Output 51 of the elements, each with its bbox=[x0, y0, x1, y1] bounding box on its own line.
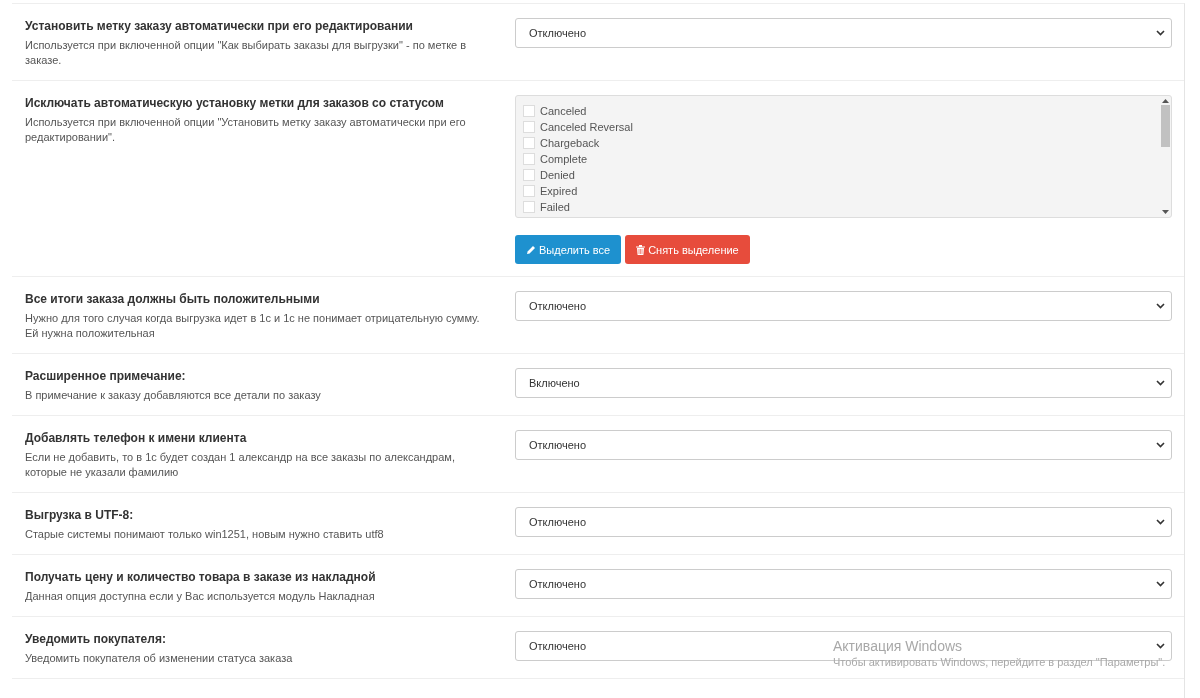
setting-title: Все итоги заказа должны быть положительными bbox=[25, 291, 321, 307]
clear-selection-button[interactable]: Снять выделение bbox=[625, 235, 750, 264]
status-label: Canceled Reversal bbox=[540, 121, 633, 133]
status-label: Expired bbox=[540, 185, 578, 197]
chevron-down-icon bbox=[1156, 380, 1165, 386]
setting-description: Данная опция доступна если у Вас используется модуль Накладная bbox=[25, 589, 376, 604]
chevron-down-icon bbox=[1156, 442, 1165, 448]
select-all-button[interactable]: Выделить все bbox=[515, 235, 622, 264]
setting-description: Если не добавить, то в 1с будет создан 1 александр на все заказы по александрам, которые не указали фамилию bbox=[25, 450, 456, 480]
select-field[interactable]: Отключено bbox=[515, 291, 1172, 321]
setting-description: Старые системы понимают только win1251, новым нужно ставить utf8 bbox=[25, 527, 385, 542]
scroll-down-icon[interactable] bbox=[1162, 210, 1169, 215]
setting-title: Исключать автоматическую установку метки для заказов со статусом bbox=[25, 95, 445, 111]
checkbox[interactable] bbox=[523, 121, 535, 133]
status-label: Failed bbox=[540, 201, 570, 213]
pencil-icon bbox=[526, 244, 536, 255]
scroll-up-icon[interactable] bbox=[1162, 98, 1169, 103]
select-field[interactable]: Отключено bbox=[515, 430, 1172, 460]
chevron-down-icon bbox=[1156, 303, 1165, 309]
setting-title: Выгрузка в UTF-8: bbox=[25, 507, 135, 523]
trash-icon bbox=[636, 244, 646, 255]
checkbox[interactable] bbox=[523, 137, 535, 149]
setting-description: В примечание к заказу добавляются все детали по заказу bbox=[25, 388, 322, 403]
status-label: Canceled bbox=[540, 105, 587, 117]
checkbox[interactable] bbox=[523, 201, 535, 213]
select-field[interactable]: Включено bbox=[515, 368, 1172, 398]
setting-description: Используется при включенной опции "Как выбирать заказы для выгрузки" - по метке в заказе. bbox=[25, 38, 468, 68]
select-field[interactable]: Отключено bbox=[515, 18, 1172, 48]
chevron-down-icon bbox=[1156, 30, 1165, 36]
setting-title: Уведомить покупателя: bbox=[25, 631, 167, 647]
setting-description: Уведомить покупателя об изменении статуса заказа bbox=[25, 651, 294, 666]
setting-description: Используется при включенной опции "Установить метку заказу автоматически при его редактировании". bbox=[25, 115, 467, 145]
checkbox[interactable] bbox=[523, 153, 535, 165]
chevron-down-icon bbox=[1156, 519, 1165, 525]
setting-title: Расширенное примечание: bbox=[25, 368, 187, 384]
status-label: Chargeback bbox=[540, 137, 600, 149]
activation-title: Активация Windows bbox=[833, 638, 963, 655]
select-field[interactable]: Отключено bbox=[515, 507, 1172, 537]
chevron-down-icon bbox=[1156, 643, 1165, 649]
setting-title: Добавлять телефон к имени клиента bbox=[25, 430, 248, 446]
setting-title: Получать цену и количество товара в заказе из накладной bbox=[25, 569, 377, 585]
setting-description: Нужно для того случая когда выгрузка идет в 1с и 1с не понимает отрицательную сумму. Ей нужна положительная bbox=[25, 311, 481, 341]
select-field[interactable]: Отключено bbox=[515, 569, 1172, 599]
chevron-down-icon bbox=[1156, 581, 1165, 587]
checkbox[interactable] bbox=[523, 105, 535, 117]
setting-title: Установить метку заказу автоматически при его редактировании bbox=[25, 18, 414, 34]
scrollbar[interactable] bbox=[1160, 96, 1171, 217]
status-label: Complete bbox=[540, 153, 588, 165]
checkbox[interactable] bbox=[523, 185, 535, 197]
checkbox[interactable] bbox=[523, 169, 535, 181]
status-label: Denied bbox=[540, 169, 575, 181]
